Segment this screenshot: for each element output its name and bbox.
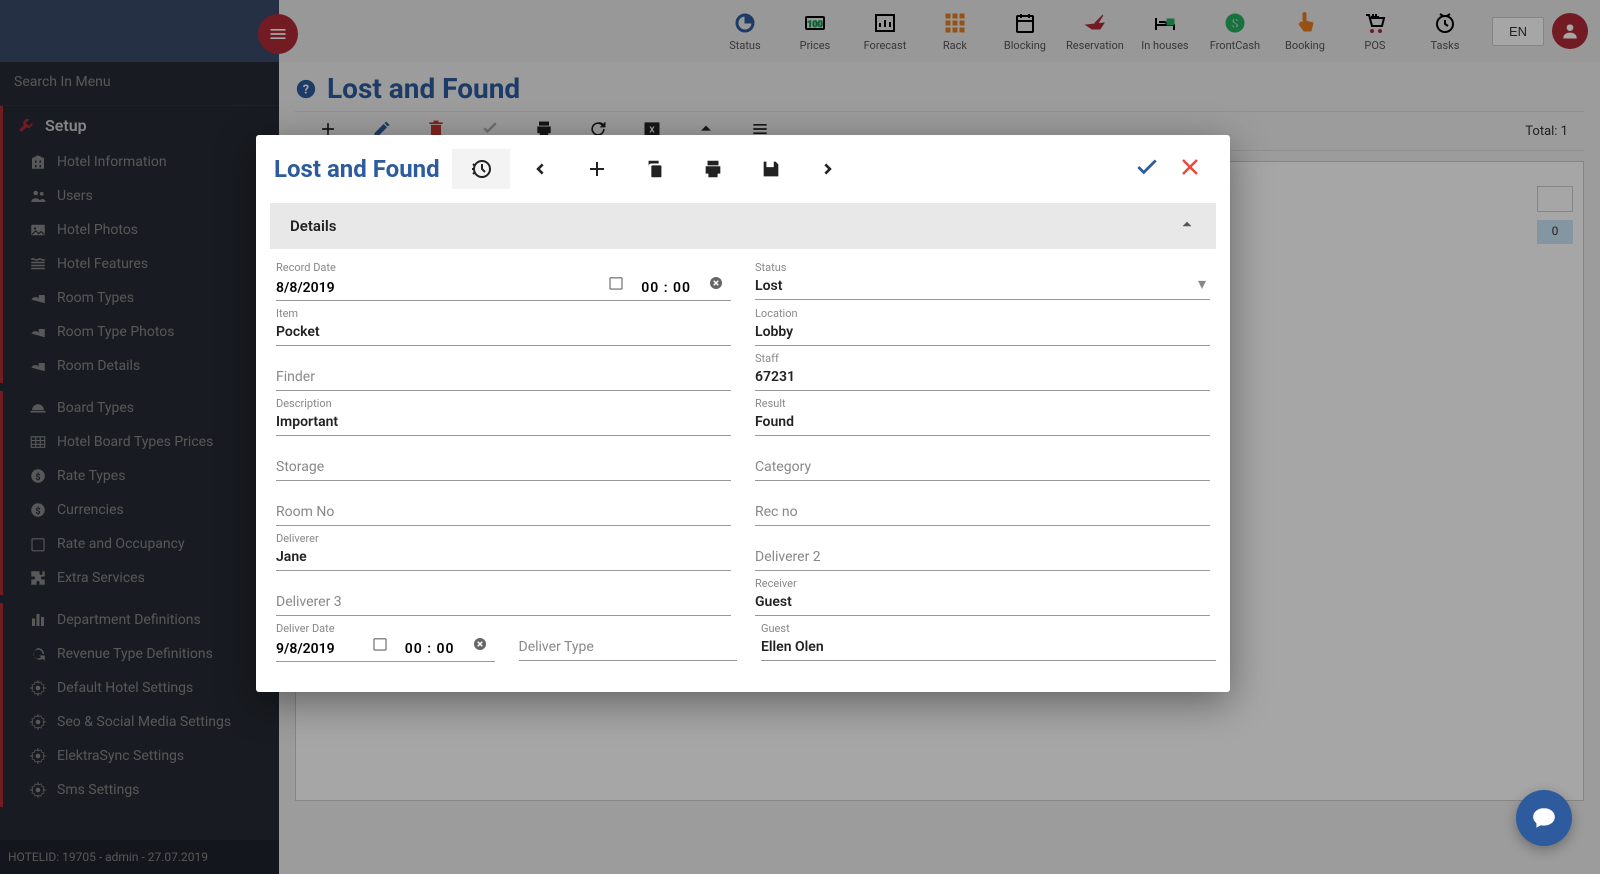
deliver-date-field[interactable]: Deliver Date 9/8/2019 00 : 00 <box>270 616 501 662</box>
calendar-icon[interactable] <box>607 274 625 296</box>
dialog-actions <box>452 149 858 189</box>
dropdown-icon: ▾ <box>1198 274 1206 293</box>
details-form: Record Date 8/8/2019 00 : 00 Status Lost… <box>256 249 1230 692</box>
section-title: Details <box>290 217 336 235</box>
lost-and-found-dialog: Lost and Found Details Record Date 8/8/2… <box>256 135 1230 692</box>
chevron-up-icon <box>1178 215 1196 237</box>
deliverer-field[interactable]: Deliverer Jane <box>270 526 737 571</box>
chevron-right-icon <box>818 158 840 180</box>
finder-field[interactable]: . Finder <box>270 346 737 391</box>
new-button[interactable] <box>568 149 626 189</box>
dialog-confirm-button[interactable] <box>1134 154 1160 184</box>
item-field[interactable]: Item Pocket <box>270 301 737 346</box>
save-icon <box>760 158 782 180</box>
clear-icon[interactable] <box>471 635 489 657</box>
calendar-icon[interactable] <box>371 635 389 657</box>
result-field[interactable]: Result Found <box>749 391 1216 436</box>
staff-field[interactable]: Staff 67231 <box>749 346 1216 391</box>
next-button[interactable] <box>800 149 858 189</box>
print-icon <box>702 158 724 180</box>
chat-icon <box>1531 805 1557 831</box>
copy-icon <box>644 158 666 180</box>
copy-button[interactable] <box>626 149 684 189</box>
history-icon <box>469 157 493 181</box>
dialog-header: Lost and Found <box>256 135 1230 203</box>
deliver-type-field[interactable]: . Deliver Type <box>513 616 744 662</box>
details-section-header[interactable]: Details <box>270 203 1216 249</box>
room-no-field[interactable]: . Room No <box>270 481 737 526</box>
receiver-field[interactable]: Receiver Guest <box>749 571 1216 616</box>
prev-button[interactable] <box>510 149 568 189</box>
clear-icon[interactable] <box>707 274 725 296</box>
chevron-left-icon <box>528 158 550 180</box>
deliverer3-field[interactable]: . Deliverer 3 <box>270 571 737 616</box>
dialog-title: Lost and Found <box>274 155 440 183</box>
save-button[interactable] <box>742 149 800 189</box>
description-field[interactable]: Description Important <box>270 391 737 436</box>
record-date-field[interactable]: Record Date 8/8/2019 00 : 00 <box>270 255 737 301</box>
rec-no-field[interactable]: . Rec no <box>749 481 1216 526</box>
plus-icon <box>585 157 609 181</box>
history-button[interactable] <box>452 149 510 189</box>
chat-fab-button[interactable] <box>1516 790 1572 846</box>
close-icon <box>1178 155 1202 179</box>
deliverer2-field[interactable]: . Deliverer 2 <box>749 526 1216 571</box>
dialog-close-button[interactable] <box>1178 155 1202 183</box>
storage-field[interactable]: . Storage <box>270 436 737 481</box>
check-icon <box>1134 154 1160 180</box>
category-field[interactable]: . Category <box>749 436 1216 481</box>
print-dialog-button[interactable] <box>684 149 742 189</box>
guest-field[interactable]: Guest Ellen Olen <box>755 616 1222 662</box>
status-field[interactable]: Status Lost ▾ <box>749 255 1216 301</box>
location-field[interactable]: Location Lobby <box>749 301 1216 346</box>
